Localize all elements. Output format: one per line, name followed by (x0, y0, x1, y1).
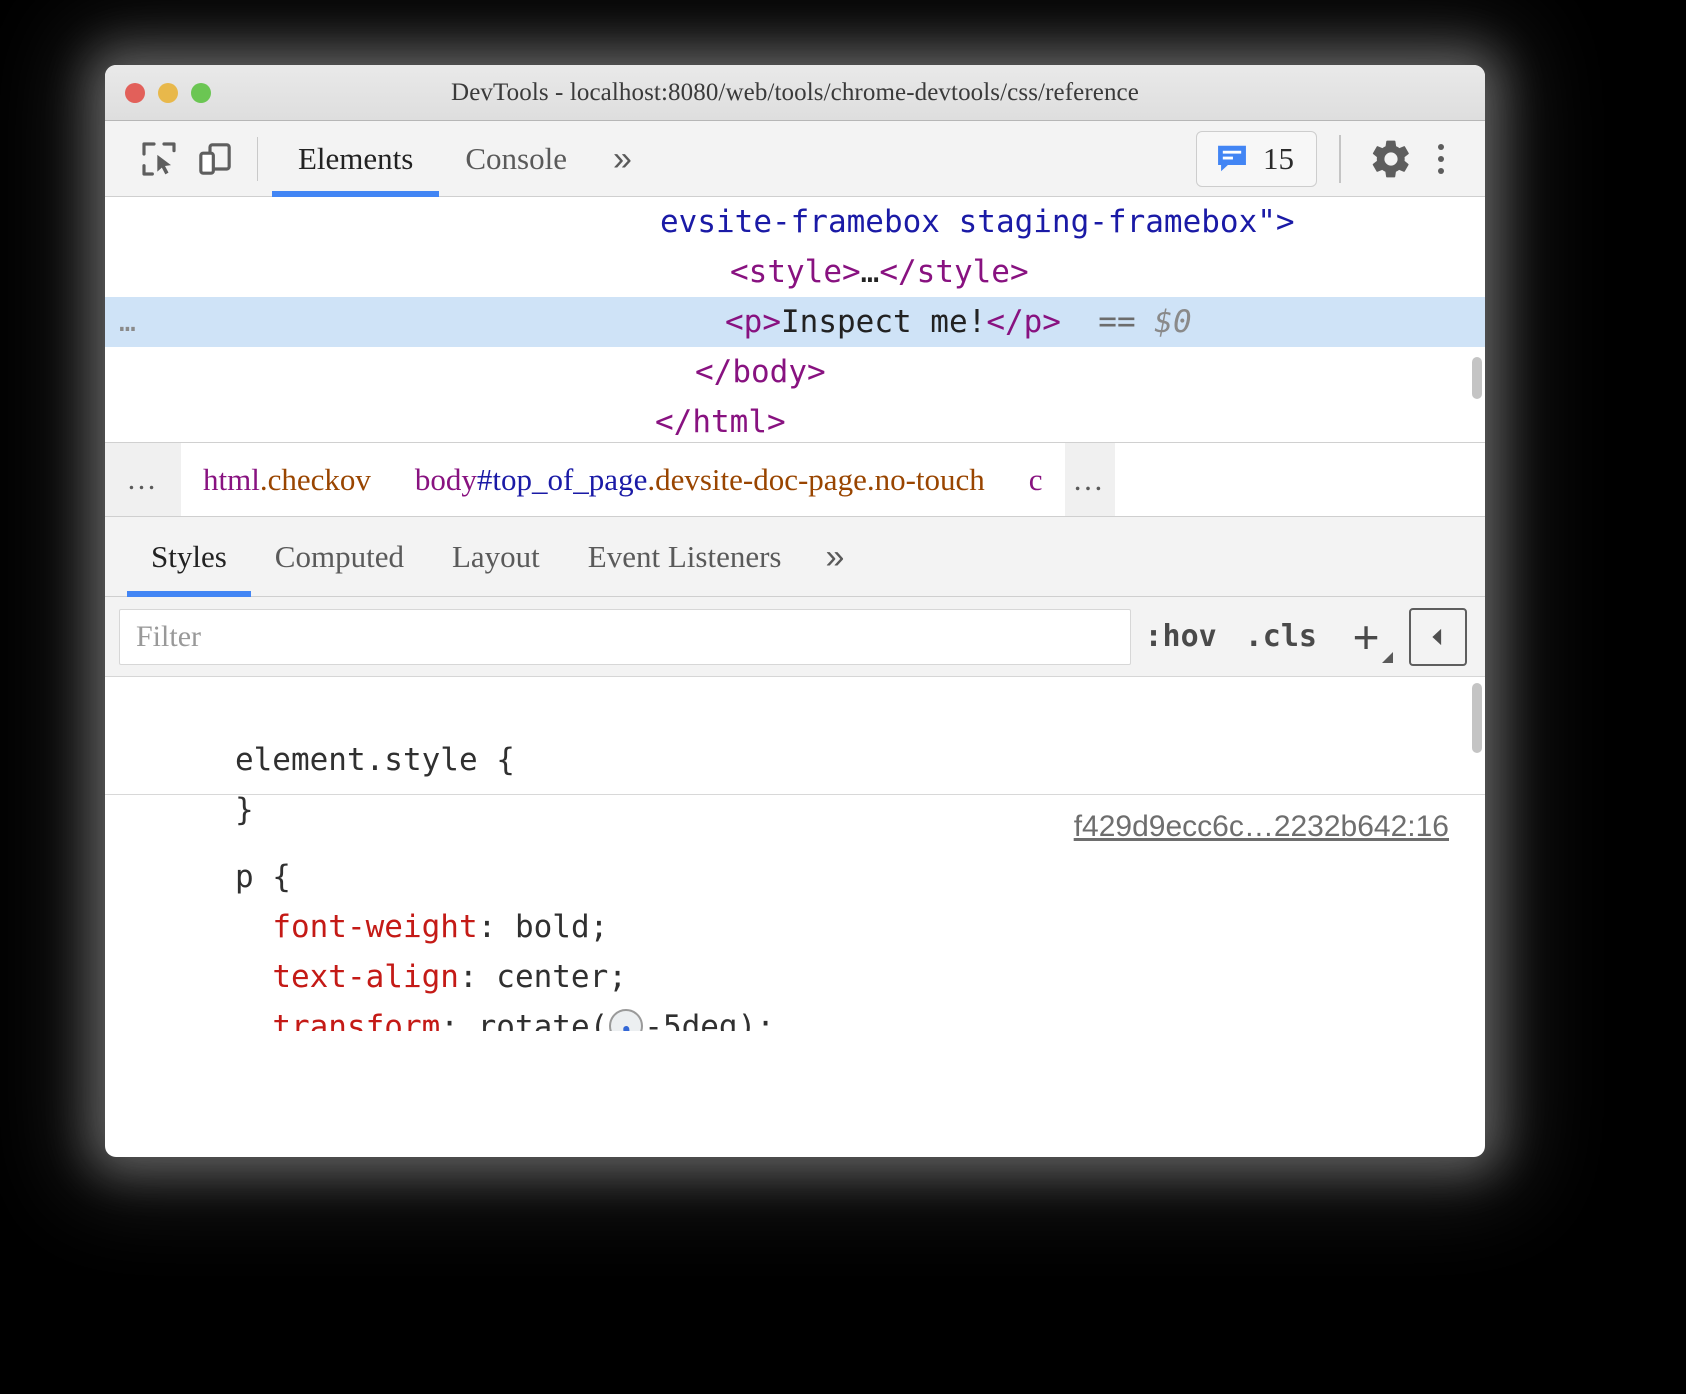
dom-node[interactable]: </html> (105, 397, 1485, 443)
window-titlebar: DevTools - localhost:8080/web/tools/chro… (105, 65, 1485, 121)
declaration-font-weight[interactable]: font-weight: bold; (105, 852, 1485, 902)
dom-token: … (861, 254, 880, 290)
element-style-selector[interactable]: element.style { (105, 685, 1485, 735)
toolbar-divider (257, 137, 258, 181)
dom-node[interactable]: </body> (105, 347, 1485, 397)
tab-styles[interactable]: Styles (127, 517, 251, 597)
breadcrumb-node-name: c (1029, 462, 1043, 497)
toggle-class-editor-button[interactable]: .cls (1231, 619, 1331, 654)
dom-token: </html> (655, 404, 786, 440)
device-toolbar-glyph (195, 139, 235, 179)
property-name[interactable]: font-weight (272, 909, 477, 945)
dom-token: <p> (725, 304, 781, 340)
dom-node-selected[interactable]: …<p>Inspect me!</p> == $0 (105, 297, 1485, 347)
property-value[interactable]: center; (496, 959, 627, 995)
issues-badge[interactable]: 15 (1196, 131, 1317, 187)
transform-function: rotate( (478, 1009, 609, 1031)
dom-node-text: <style>…</style> (105, 254, 1029, 290)
property-name[interactable]: transform (272, 1009, 440, 1031)
gear-icon[interactable] (1363, 131, 1419, 187)
new-style-rule-button[interactable]: + (1337, 608, 1395, 666)
styles-sidebar-tabs: Styles Computed Layout Event Listeners » (105, 517, 1485, 597)
kebab-menu-icon[interactable] (1419, 131, 1463, 187)
dom-node-text: <p>Inspect me!</p> == $0 (105, 304, 1192, 340)
breadcrumb-overflow-left[interactable]: … (105, 443, 181, 517)
styles-scrollbar[interactable] (1472, 683, 1482, 753)
dom-token: </p> (986, 304, 1061, 340)
breadcrumb-item-body[interactable]: body#top_of_page.devsite-doc-page.no-tou… (393, 462, 1007, 498)
dom-tree-scrollbar[interactable] (1472, 357, 1482, 399)
caret-icon (1382, 652, 1393, 663)
more-sidebar-tabs-icon[interactable]: » (805, 517, 864, 597)
rule-divider (105, 794, 1485, 795)
gear-glyph (1369, 137, 1413, 181)
transform-suffix: ); (738, 1009, 775, 1031)
toggle-pseudo-states-button[interactable]: :hov (1131, 619, 1231, 654)
devtools-main-toolbar: Elements Console » 15 (105, 121, 1485, 197)
dom-node[interactable]: <style>…</style> (105, 247, 1485, 297)
dom-node-badge[interactable]: … (119, 297, 138, 347)
breadcrumb-classes: .checkov (260, 462, 371, 497)
left-arrow-glyph (1423, 622, 1453, 652)
toolbar-divider-2 (1339, 135, 1341, 183)
dom-token: evsite-framebox staging-framebox (660, 204, 1257, 240)
breadcrumb-node-name: body (415, 462, 477, 497)
tab-elements[interactable]: Elements (272, 121, 439, 197)
breadcrumb-item-html[interactable]: html.checkov (181, 462, 393, 498)
property-name[interactable]: text-align (272, 959, 459, 995)
plus-icon: + (1353, 614, 1380, 660)
issues-count: 15 (1263, 141, 1294, 177)
filter-input[interactable]: Filter (119, 609, 1131, 665)
tab-event-listeners[interactable]: Event Listeners (564, 517, 806, 597)
stylesheet-source-link[interactable]: f429d9ecc6c…2232b642:16 (1074, 802, 1449, 852)
breadcrumb-item-truncated[interactable]: c (1007, 462, 1065, 498)
tab-console[interactable]: Console (439, 121, 593, 197)
dom-token: <style> (730, 254, 861, 290)
breadcrumb-id: #top_of_page (477, 462, 647, 497)
kebab-dot-3 (1438, 168, 1444, 174)
breadcrumb-node-name: html (203, 462, 260, 497)
dom-tree-rows: evsite-framebox staging-framebox"> <style… (105, 197, 1485, 443)
dom-token: "> (1257, 204, 1294, 240)
window-title: DevTools - localhost:8080/web/tools/chro… (105, 79, 1485, 107)
rule-selector[interactable]: p { (235, 859, 291, 895)
device-toolbar-icon[interactable] (187, 131, 243, 187)
tab-layout[interactable]: Layout (428, 517, 564, 597)
computed-sidebar-toggle-icon[interactable] (1409, 608, 1467, 666)
breadcrumb-overflow-right[interactable]: … (1065, 443, 1115, 517)
dom-token: $0 (1154, 304, 1191, 340)
kebab-dot-1 (1438, 144, 1444, 150)
property-value[interactable]: bold; (515, 909, 608, 945)
angle-clock-hand (623, 1026, 630, 1031)
dom-node-text: evsite-framebox staging-framebox"> (105, 204, 1295, 240)
more-panels-icon[interactable]: » (593, 121, 652, 197)
styles-filter-toolbar: Filter :hov .cls + (105, 597, 1485, 677)
selector-text: element.style { (235, 742, 515, 778)
dom-token (1136, 304, 1155, 340)
dom-token (1061, 304, 1098, 340)
devtools-window: DevTools - localhost:8080/web/tools/chro… (105, 65, 1485, 1157)
angle-value[interactable]: -5deg (644, 1009, 737, 1031)
styles-rules-pane[interactable]: element.style { } p { f429d9ecc6c…2232b6… (105, 677, 1485, 1031)
dom-token: == (1098, 304, 1135, 340)
angle-clock-icon[interactable] (609, 1009, 643, 1031)
tab-computed[interactable]: Computed (251, 517, 428, 597)
message-badge-icon (1213, 140, 1251, 178)
dom-node-text: </html> (105, 404, 786, 440)
dom-token: </style> (879, 254, 1028, 290)
kebab-dot-2 (1438, 156, 1444, 162)
dom-token: </body> (695, 354, 826, 390)
inspect-cursor-icon[interactable] (131, 131, 187, 187)
breadcrumb[interactable]: … html.checkov body#top_of_page.devsite-… (105, 443, 1485, 517)
dom-tree[interactable]: evsite-framebox staging-framebox"> <style… (105, 197, 1485, 443)
rule-header: p { f429d9ecc6c…2232b642:16 (105, 802, 1485, 852)
dom-token: Inspect me! (781, 304, 986, 340)
breadcrumb-classes: .devsite-doc-page.no-touch (647, 462, 984, 497)
dom-node-text: </body> (105, 354, 826, 390)
inspect-cursor-glyph (139, 139, 179, 179)
dom-node[interactable]: evsite-framebox staging-framebox"> (105, 197, 1485, 247)
